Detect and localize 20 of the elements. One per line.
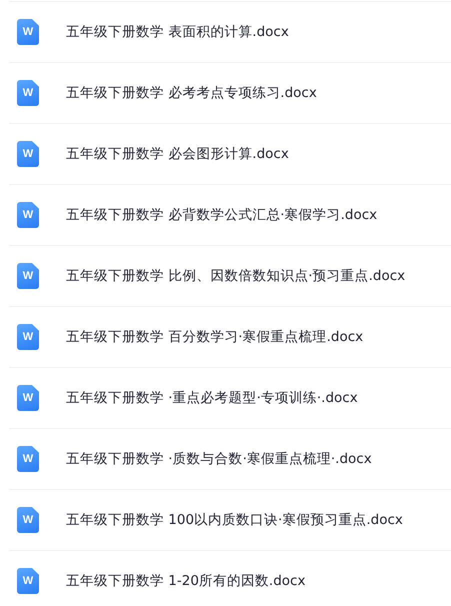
document-icon: W: [17, 202, 39, 228]
file-name[interactable]: 五年级下册数学 ·重点必考题型·专项训练·.docx: [66, 388, 358, 408]
document-icon: W: [17, 324, 39, 350]
file-name[interactable]: 五年级下册数学 表面积的计算.docx: [66, 22, 289, 42]
document-icon: W: [17, 507, 39, 533]
file-name[interactable]: 五年级下册数学 必会图形计算.docx: [66, 144, 289, 164]
file-name[interactable]: 五年级下册数学 必考考点专项练习.docx: [66, 82, 317, 104]
document-icon: W: [17, 80, 39, 106]
file-name[interactable]: 五年级下册数学 100以内质数口诀·寒假预习重点.docx: [66, 510, 403, 530]
file-name[interactable]: 五年级下册数学 比例、因数倍数知识点·预习重点.docx: [66, 266, 406, 286]
file-name[interactable]: 五年级下册数学 必背数学公式汇总·寒假学习.docx: [66, 204, 378, 226]
document-icon: W: [17, 263, 39, 289]
file-name[interactable]: 五年级下册数学 百分数学习·寒假重点梳理.docx: [66, 326, 364, 348]
document-icon: W: [17, 385, 39, 411]
file-name[interactable]: 五年级下册数学 ·质数与合数·寒假重点梳理·.docx: [66, 448, 372, 470]
document-icon: W: [17, 568, 39, 594]
document-icon: W: [17, 19, 39, 45]
document-icon: W: [17, 446, 39, 472]
file-name[interactable]: 五年级下册数学 1-20所有的因数.docx: [66, 570, 306, 592]
document-icon: W: [17, 141, 39, 167]
